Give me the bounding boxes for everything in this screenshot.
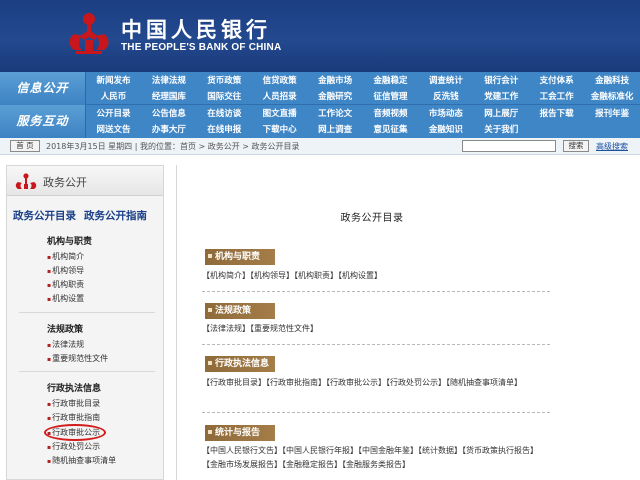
- nav-service-link[interactable]: 公开目录: [89, 106, 138, 122]
- page-title: 政务公开目录: [340, 213, 404, 224]
- sidebar-link-catalog[interactable]: 政务公开目录: [13, 210, 76, 222]
- search-button[interactable]: 搜索: [563, 140, 589, 152]
- nav-info-link[interactable]: 人民币: [89, 89, 138, 105]
- section-items-regulations[interactable]: 【法律法规】【重要规范性文件】: [202, 322, 547, 336]
- nav-service-link[interactable]: 报刊年鉴: [588, 106, 637, 122]
- sidebar-item-penalty-publicity[interactable]: 行政处罚公示: [47, 441, 100, 452]
- section-head-enforcement[interactable]: 行政执法信息: [205, 356, 275, 372]
- section-head-statistics[interactable]: 统计与报告: [205, 425, 275, 441]
- nav-info-link[interactable]: 信贷政策: [255, 73, 304, 89]
- section-divider: [202, 412, 550, 413]
- nav-info-link[interactable]: 征信管理: [366, 89, 415, 105]
- nav-info-link[interactable]: 金融市场: [311, 73, 360, 89]
- nav-service-link[interactable]: 网上展厅: [477, 106, 526, 122]
- nav-service-link[interactable]: 意见征集: [366, 122, 415, 138]
- nav-section-info-disclosure[interactable]: 信息公开: [0, 72, 86, 105]
- sidebar-item-org-leaders[interactable]: 机构领导: [47, 265, 84, 276]
- site-title-en[interactable]: THE PEOPLE'S BANK OF CHINA: [121, 42, 281, 53]
- nav-service-link[interactable]: 办事大厅: [144, 122, 193, 138]
- home-button[interactable]: 首 页: [10, 140, 40, 152]
- nav-info-link[interactable]: 经理国库: [144, 89, 193, 105]
- sidebar-divider: [19, 371, 155, 372]
- sidebar-link-guide[interactable]: 政务公开指南: [84, 210, 147, 222]
- nav-service-link[interactable]: 网送文告: [89, 122, 138, 138]
- nav-info-link[interactable]: 党建工作: [477, 89, 526, 105]
- nav-info-link[interactable]: 新闻发布: [89, 73, 138, 89]
- nav-service-link[interactable]: 网上调查: [311, 122, 360, 138]
- section-items-org[interactable]: 【机构简介】【机构领导】【机构职责】【机构设置】: [202, 269, 547, 283]
- nav-service-link[interactable]: 关于我们: [477, 122, 526, 138]
- nav-row-info: 信息公开 新闻发布 法律法规 货币政策 信贷政策 金融市场 金融稳定 调查统计 银行会计 支付体…: [0, 72, 640, 105]
- section-head-regulations[interactable]: 法规政策: [205, 303, 275, 319]
- nav-info-link[interactable]: 货币政策: [200, 73, 249, 89]
- section-divider: [202, 291, 550, 292]
- nav-info-link[interactable]: 国际交往: [200, 89, 249, 105]
- sidebar-item-org-structure[interactable]: 机构设置: [47, 293, 84, 304]
- sidebar-group-org[interactable]: 机构与职责: [47, 234, 92, 247]
- sidebar-item-approval-guide[interactable]: 行政审批指南: [47, 412, 100, 423]
- nav-info-link[interactable]: 金融标准化: [588, 89, 637, 105]
- sidebar-top-links: 政务公开目录 政务公开指南: [13, 208, 155, 223]
- nav-service-link[interactable]: 图文直播: [255, 106, 304, 122]
- nav-info-link[interactable]: 金融稳定: [366, 73, 415, 89]
- nav-section-service-interaction[interactable]: 服务互动: [0, 105, 86, 138]
- nav-service-link[interactable]: 在线申报: [200, 122, 249, 138]
- nav-grid-info: 新闻发布 法律法规 货币政策 信贷政策 金融市场 金融稳定 调查统计 银行会计 支付体系 金融科技…: [86, 72, 640, 105]
- pboc-emblem-icon: [15, 173, 37, 189]
- nav-service-link[interactable]: 市场动态: [421, 106, 470, 122]
- nav-service-link[interactable]: 工作论文: [311, 106, 360, 122]
- nav-service-link[interactable]: 在线访谈: [200, 106, 249, 122]
- nav-info-link[interactable]: 调查统计: [421, 73, 470, 89]
- highlight-circle: [44, 424, 106, 441]
- nav-info-link[interactable]: 反洗钱: [421, 89, 470, 105]
- breadcrumb-bar: 首 页 2018年3月15日 星期四 | 我的位置：首页 > 政务公开 > 政务…: [0, 138, 640, 155]
- search-input[interactable]: [462, 140, 556, 152]
- nav-info-link[interactable]: 支付体系: [532, 73, 581, 89]
- section-divider: [202, 344, 550, 345]
- sidebar-item-approval-catalog[interactable]: 行政审批目录: [47, 398, 100, 409]
- section-head-org[interactable]: 机构与职责: [205, 249, 275, 265]
- nav-info-link[interactable]: 人员招录: [255, 89, 304, 105]
- nav-info-link[interactable]: 金融科技: [588, 73, 637, 89]
- section-items-statistics[interactable]: 【中国人民银行文告】【中国人民银行年报】【中国金融年鉴】【统计数据】【货币政策执…: [202, 444, 547, 472]
- nav-service-link[interactable]: 音频视频: [366, 106, 415, 122]
- nav-service-link[interactable]: 金融知识: [421, 122, 470, 138]
- sidebar-divider: [19, 312, 155, 313]
- sidebar-group-enforcement[interactable]: 行政执法信息: [47, 381, 101, 394]
- nav-info-link[interactable]: 法律法规: [144, 73, 193, 89]
- nav-info-link[interactable]: 银行会计: [477, 73, 526, 89]
- main-navigation: 信息公开 新闻发布 法律法规 货币政策 信贷政策 金融市场 金融稳定 调查统计 银行会计 支付体…: [0, 72, 640, 138]
- nav-grid-service: 公开目录 公告信息 在线访谈 图文直播 工作论文 音频视频 市场动态 网上展厅 报告下载 报刊年鉴…: [86, 105, 640, 138]
- advanced-search-link[interactable]: 高级搜索: [596, 140, 628, 153]
- breadcrumb: 2018年3月15日 星期四 | 我的位置：首页 > 政务公开 > 政务公开目录: [46, 142, 300, 151]
- sidebar-item-org-duties[interactable]: 机构职责: [47, 279, 84, 290]
- nav-info-link[interactable]: 工会工作: [532, 89, 581, 105]
- sidebar-group-regulations[interactable]: 法规政策: [47, 322, 83, 335]
- nav-row-service: 服务互动 公开目录 公告信息 在线访谈 图文直播 工作论文 音频视频 市场动态 网上展厅 报告下…: [0, 105, 640, 138]
- section-items-enforcement[interactable]: 【行政审批目录】【行政审批指南】【行政审批公示】【行政处罚公示】【随机抽查事项清…: [202, 376, 547, 390]
- site-title-cn[interactable]: 中国人民银行: [121, 14, 271, 44]
- sidebar-header: 政务公开: [7, 166, 163, 196]
- nav-info-link[interactable]: 金融研究: [311, 89, 360, 105]
- nav-service-link[interactable]: 公告信息: [144, 106, 193, 122]
- nav-service-link[interactable]: 下载中心: [255, 122, 304, 138]
- pboc-emblem-icon: [69, 13, 109, 54]
- nav-service-link[interactable]: 报告下载: [532, 106, 581, 122]
- sidebar-item-laws[interactable]: 法律法规: [47, 339, 84, 350]
- site-header: 中国人民银行 THE PEOPLE'S BANK OF CHINA: [0, 0, 640, 72]
- sidebar-item-org-intro[interactable]: 机构简介: [47, 251, 84, 262]
- sidebar-title: 政务公开: [43, 176, 87, 189]
- sidebar-item-normative-docs[interactable]: 重要规范性文件: [47, 353, 108, 364]
- sidebar: 政务公开 政务公开目录政务公开指南 机构与职责 机构简介 机构领导 机构职责 机…: [6, 165, 164, 480]
- main-content: 政务公开目录 机构与职责 【机构简介】【机构领导】【机构职责】【机构设置】 法规…: [176, 165, 640, 480]
- sidebar-item-random-inspection[interactable]: 随机抽查事项清单: [47, 455, 116, 466]
